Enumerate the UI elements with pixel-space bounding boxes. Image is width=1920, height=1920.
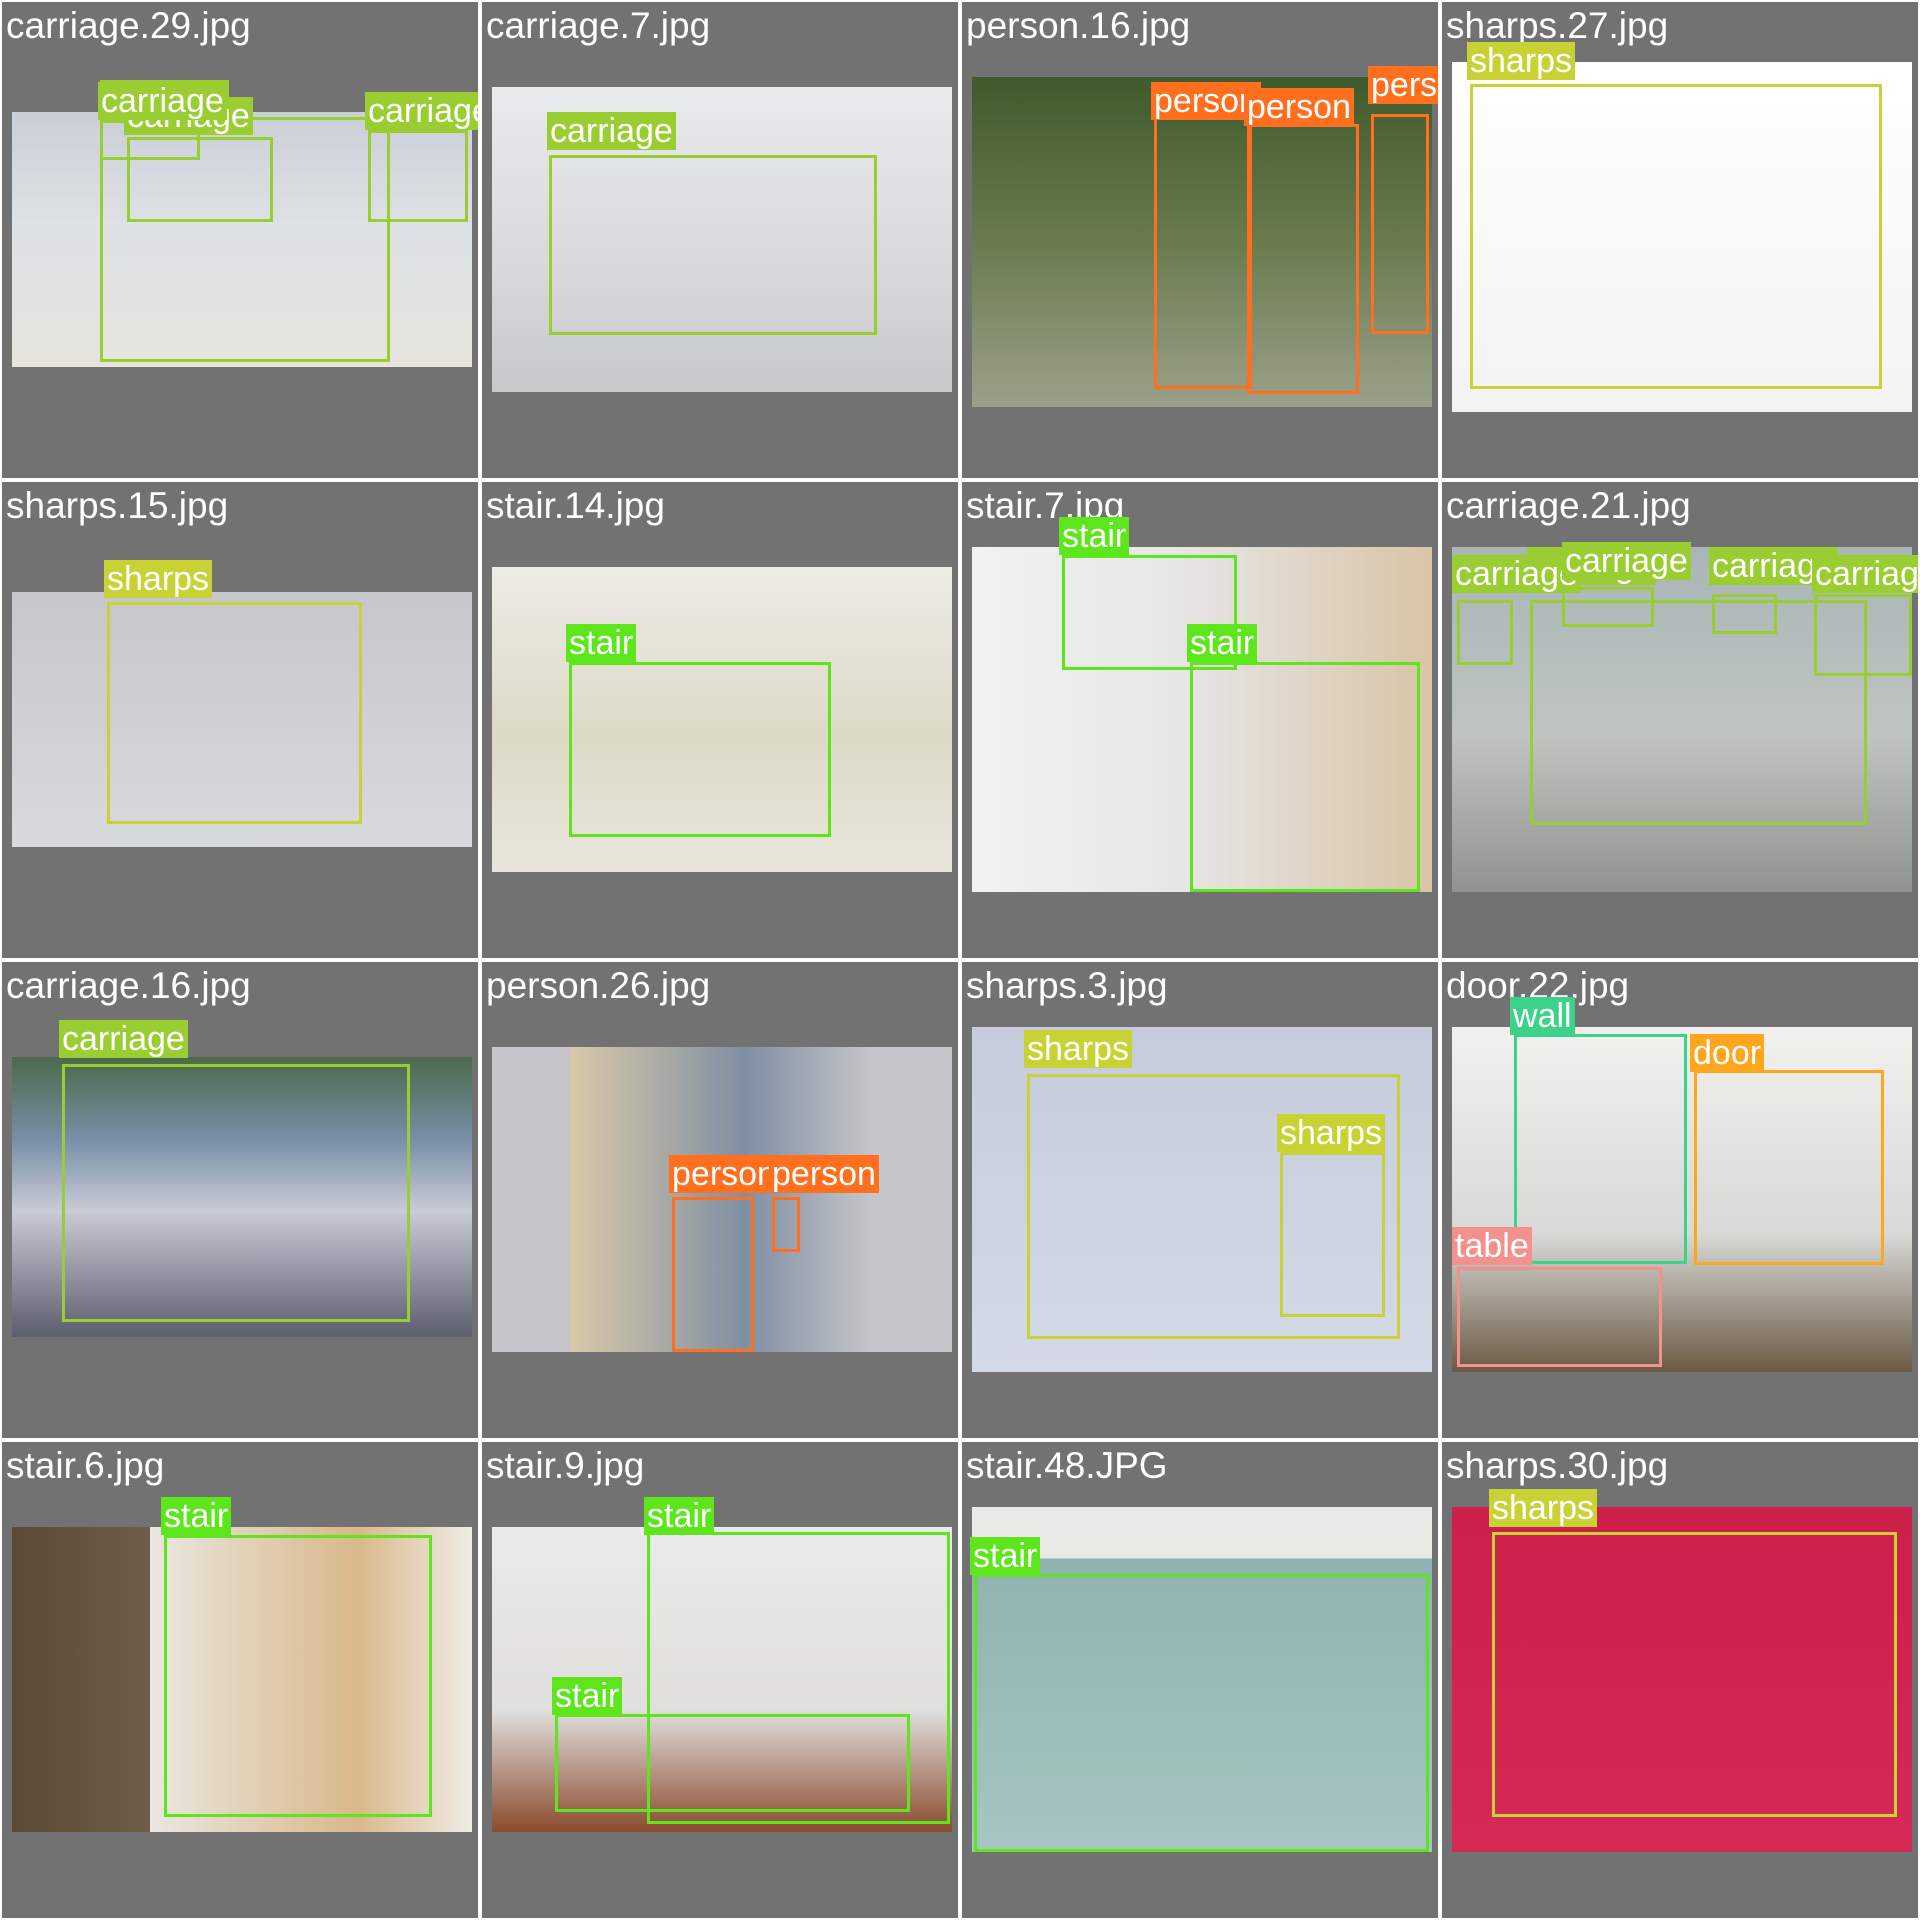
detection-label: stair — [161, 1497, 232, 1535]
detection-box — [1694, 1070, 1884, 1265]
detection-label: sharps — [1277, 1114, 1386, 1152]
mosaic-tile: stair.14.jpg stair — [480, 480, 960, 960]
detection-box — [1154, 117, 1252, 389]
tile-filename: stair.6.jpg — [6, 1445, 165, 1486]
mosaic-tile: sharps.27.jpg sharps — [1440, 0, 1920, 480]
detection-box — [1371, 114, 1429, 334]
mosaic-tile: carriage.7.jpg carriage — [480, 0, 960, 480]
mosaic-tile: sharps.3.jpg sharps sharps — [960, 960, 1440, 1440]
detection-label: person — [1244, 88, 1354, 126]
detection-label: person — [669, 1155, 779, 1193]
detection-label: carriage — [98, 82, 227, 120]
detection-label: stair — [970, 1537, 1041, 1575]
mosaic-tile: door.22.jpg wall door table — [1440, 960, 1920, 1440]
mosaic-tile: stair.7.jpg stair stair — [960, 480, 1440, 960]
detection-box — [1814, 594, 1912, 676]
detection-grid: carriage.29.jpgcarriagecarriagecarriagec… — [0, 0, 1920, 1920]
tile-filename: sharps.3.jpg — [966, 965, 1168, 1006]
mosaic-tile: stair.6.jpg stair — [0, 1440, 480, 1920]
detection-label: carriage — [365, 92, 478, 130]
detection-label: stair — [566, 624, 637, 662]
detection-box — [974, 1574, 1429, 1852]
detection-label: table — [1452, 1227, 1532, 1265]
detection-label: carriage — [59, 1020, 188, 1058]
mosaic-tile: sharps.30.jpg sharps — [1440, 1440, 1920, 1920]
detection-box — [1514, 1034, 1687, 1264]
detection-label: stair — [552, 1677, 623, 1715]
detection-box — [1247, 124, 1359, 394]
detection-box — [569, 662, 831, 837]
detection-box — [62, 1064, 410, 1322]
detection-box — [164, 1535, 432, 1817]
detection-box — [1280, 1152, 1385, 1317]
tile-filename: carriage.7.jpg — [486, 5, 711, 46]
mosaic-tile: carriage.16.jpg carriage — [0, 960, 480, 1440]
detection-label: person — [1368, 66, 1438, 104]
detection-label: wall — [1510, 997, 1575, 1035]
detection-box — [1492, 1532, 1897, 1817]
mosaic-tile: person.26.jpg person person — [480, 960, 960, 1440]
tile-filename: sharps.27.jpg — [1446, 5, 1669, 46]
mosaic-tile: stair.48.JPG stair — [960, 1440, 1440, 1920]
mosaic-tile: sharps.15.jpg sharps — [0, 480, 480, 960]
detection-box — [1190, 662, 1420, 892]
detection-label: sharps — [1489, 1489, 1598, 1527]
detection-label: carriage — [1562, 542, 1691, 580]
tile-filename: stair.14.jpg — [486, 485, 665, 526]
detection-label: stair — [1059, 517, 1130, 555]
detection-label: door — [1690, 1034, 1765, 1072]
detection-box — [772, 1197, 800, 1252]
detection-label: sharps — [1467, 42, 1576, 80]
tile-filename: stair.9.jpg — [486, 1445, 645, 1486]
detection-box — [549, 155, 877, 335]
detection-box — [1470, 84, 1882, 389]
tile-filename: sharps.30.jpg — [1446, 1445, 1669, 1486]
detection-label: stair — [644, 1497, 715, 1535]
mosaic-tile: stair.9.jpg stair stair — [480, 1440, 960, 1920]
detection-box — [1562, 587, 1654, 627]
detection-box — [1457, 600, 1513, 665]
detection-box — [672, 1197, 754, 1352]
detection-label: carriage — [547, 112, 676, 150]
mosaic-tile: carriage.21.jpg carriage carriage carriage c… — [1440, 480, 1920, 960]
tile-filename: carriage.21.jpg — [1446, 485, 1691, 526]
detection-label: sharps — [104, 560, 213, 598]
tile-filename: stair.48.JPG — [966, 1445, 1168, 1486]
tile-filename: person.16.jpg — [966, 5, 1191, 46]
tile-filename: carriage.16.jpg — [6, 965, 251, 1006]
detection-box — [368, 130, 468, 222]
tile-filename: person.26.jpg — [486, 965, 711, 1006]
detection-label: stair — [1187, 624, 1258, 662]
tile-filename: sharps.15.jpg — [6, 485, 229, 526]
detection-box — [1457, 1267, 1662, 1367]
detection-box — [555, 1714, 910, 1812]
detection-label: person — [769, 1155, 879, 1193]
mosaic-tile: person.16.jpgpersonpersonperson — [960, 0, 1440, 480]
detection-label: sharps — [1024, 1030, 1133, 1068]
mosaic-tile: carriage.29.jpgcarriagecarriagecarriagec… — [0, 0, 480, 480]
detection-label: carriage — [1812, 555, 1918, 593]
tile-filename: carriage.29.jpg — [6, 5, 251, 46]
detection-box — [1712, 594, 1777, 634]
detection-box — [107, 602, 362, 824]
